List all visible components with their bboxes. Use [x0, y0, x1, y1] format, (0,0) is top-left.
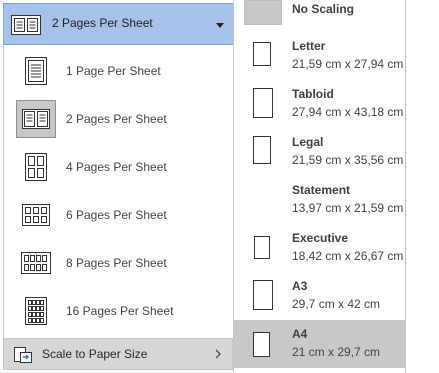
page-icon — [256, 190, 268, 208]
page-icon — [253, 280, 273, 310]
2-pages-per-sheet-icon — [11, 15, 41, 35]
menu-item-label: 1 Page Per Sheet — [66, 64, 161, 78]
2-pages-per-sheet-icon — [22, 109, 50, 129]
chevron-right-icon — [215, 349, 221, 359]
menu-item-8-pages-per-sheet[interactable]: 8 Pages Per Sheet — [4, 240, 234, 288]
menu-item-1-page-per-sheet[interactable]: 1 Page Per Sheet — [4, 48, 234, 96]
menu-item-4-pages-per-sheet[interactable]: 4 Pages Per Sheet — [4, 144, 234, 192]
menu-item-no-scaling[interactable]: No Scaling — [234, 0, 406, 27]
paper-size-letter[interactable]: Letter 21,59 cm x 27,94 cm — [234, 32, 406, 80]
paper-size-name: Statement — [292, 183, 351, 197]
menu-item-6-pages-per-sheet[interactable]: 6 Pages Per Sheet — [4, 192, 234, 240]
scale-to-paper-size-item[interactable]: Scale to Paper Size — [3, 338, 233, 370]
paper-size-name: A4 — [292, 327, 308, 341]
pages-per-sheet-selector[interactable]: 2 Pages Per Sheet — [3, 3, 236, 45]
menu-item-16-pages-per-sheet[interactable]: 16 Pages Per Sheet — [4, 288, 234, 336]
paper-size-executive[interactable]: Executive 18,42 cm x 26,67 cm — [234, 224, 406, 272]
background — [406, 0, 439, 373]
4-pages-per-sheet-icon — [25, 153, 47, 181]
paper-size-name: Tabloid — [292, 87, 334, 101]
6-pages-per-sheet-icon — [22, 204, 50, 226]
paper-size-dimensions: 29,7 cm x 42 cm — [292, 297, 381, 311]
1-page-per-sheet-icon — [25, 57, 47, 85]
paper-size-legal[interactable]: Legal 21,59 cm x 35,56 cm — [234, 128, 406, 176]
dropdown-arrow-icon[interactable] — [216, 23, 224, 28]
paper-size-a3[interactable]: A3 29,7 cm x 42 cm — [234, 272, 406, 320]
scale-to-paper-size-label: Scale to Paper Size — [42, 347, 148, 361]
page-icon — [253, 42, 271, 66]
paper-size-name: A3 — [292, 279, 308, 293]
page-icon — [253, 136, 271, 164]
paper-size-name: Executive — [292, 231, 349, 245]
paper-size-dimensions: 21,59 cm x 27,94 cm — [292, 57, 404, 71]
paper-size-dimensions: 21 cm x 29,7 cm — [292, 345, 381, 359]
paper-size-name: Letter — [292, 39, 326, 53]
paper-size-dimensions: 27,94 cm x 43,18 cm — [292, 105, 404, 119]
menu-item-label: 2 Pages Per Sheet — [66, 112, 167, 126]
paper-size-dimensions: 21,59 cm x 35,56 cm — [292, 153, 404, 167]
paper-size-statement[interactable]: Statement 13,97 cm x 21,59 cm — [234, 176, 406, 224]
16-pages-per-sheet-icon — [25, 297, 47, 325]
paper-size-name: Legal — [292, 135, 324, 149]
menu-item-label: 6 Pages Per Sheet — [66, 208, 167, 222]
no-scaling-icon — [244, 0, 282, 25]
page-icon — [253, 88, 273, 118]
current-selection-label: 2 Pages Per Sheet — [52, 16, 153, 30]
menu-item-label: 16 Pages Per Sheet — [66, 304, 174, 318]
paper-size-dimensions: 18,42 cm x 26,67 cm — [292, 249, 404, 263]
paper-size-a4[interactable]: A4 21 cm x 29,7 cm — [234, 320, 406, 368]
pages-per-sheet-dropdown: 2 Pages Per Sheet 1 Page Per Sheet 2 Pag… — [0, 0, 236, 373]
no-scaling-label: No Scaling — [292, 2, 355, 16]
8-pages-per-sheet-icon — [21, 252, 51, 274]
page-icon — [254, 236, 270, 259]
paper-size-tabloid[interactable]: Tabloid 27,94 cm x 43,18 cm — [234, 80, 406, 128]
pages-per-sheet-list: 1 Page Per Sheet 2 Pages Per Sheet 4 Pag… — [3, 46, 235, 340]
menu-item-2-pages-per-sheet[interactable]: 2 Pages Per Sheet — [4, 96, 234, 144]
scale-to-paper-size-icon — [14, 347, 32, 363]
paper-size-dimensions: 13,97 cm x 21,59 cm — [292, 201, 404, 215]
paper-size-submenu: No Scaling Letter 21,59 cm x 27,94 cm Ta… — [233, 0, 406, 373]
menu-item-label: 8 Pages Per Sheet — [66, 256, 167, 270]
page-icon — [253, 332, 270, 357]
menu-item-label: 4 Pages Per Sheet — [66, 160, 167, 174]
